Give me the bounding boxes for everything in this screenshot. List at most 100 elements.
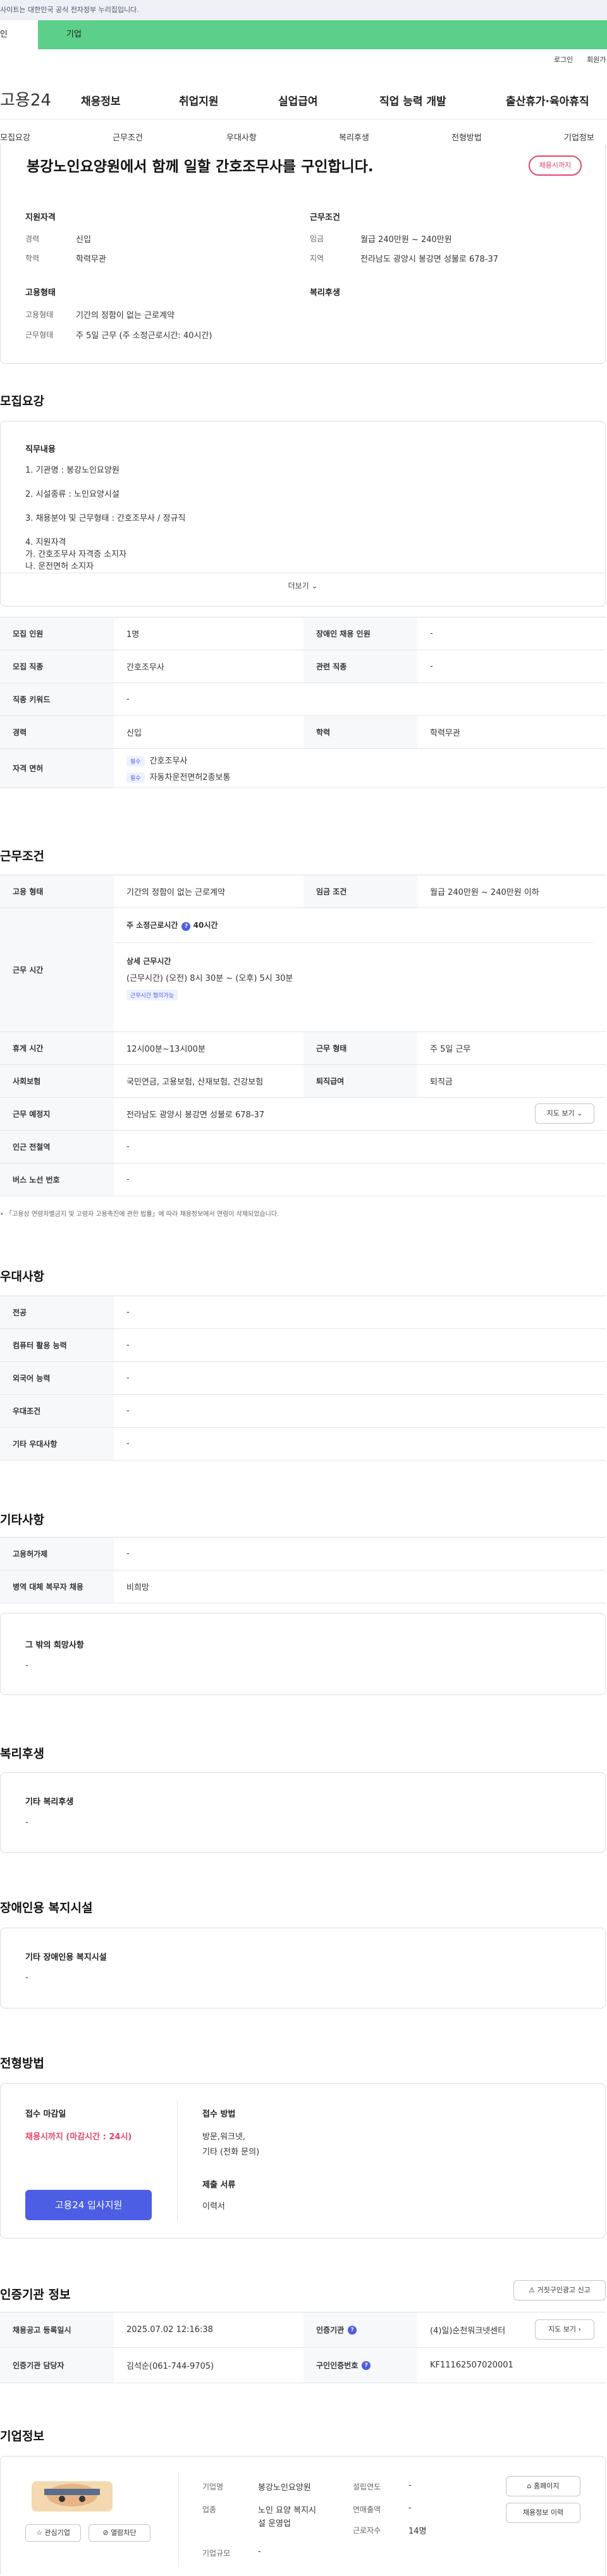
hours-detail-value: (근무시간) (오전) 8시 30분 ~ (오후) 5시 30분 — [126, 974, 293, 983]
table-row: 컴퓨터 활용 능력 - — [0, 1329, 606, 1362]
hours-detail-heading: 상세 근무시간 — [126, 957, 171, 966]
table-header: 컴퓨터 활용 능력 — [0, 1329, 114, 1361]
weekly-hours-value: 40시간 — [193, 921, 218, 930]
table-row: 직종 키워드 - — [0, 683, 606, 716]
table-cell: - — [126, 1373, 130, 1383]
gnb-vocational-training[interactable]: 직업 능력 개발 — [379, 92, 446, 108]
cond-heading: 근무조건 — [310, 213, 340, 222]
table-cell: - — [126, 1175, 130, 1184]
help-icon[interactable]: ? — [348, 2325, 357, 2335]
method-value-2: 기타 (전화 문의) — [202, 2148, 260, 2157]
table-cell: - — [126, 1142, 130, 1151]
table-cell: - — [126, 1340, 130, 1350]
table-cell: 2025.07.02 12:16:38 — [126, 2325, 213, 2335]
anchor-welfare[interactable]: 복리후생 — [339, 131, 369, 143]
duty-heading: 직무내용 — [25, 445, 56, 454]
report-false-ad-button[interactable]: ⚠ 거짓구인광고 신고 — [513, 2280, 606, 2300]
help-icon[interactable]: ? — [181, 922, 191, 931]
table-header: 우대조건 — [0, 1395, 114, 1427]
more-button[interactable]: 더보기 ⌄ — [0, 580, 606, 591]
apply-section-title: 전형방법 — [0, 2057, 44, 2070]
tab-individual[interactable]: 인 — [0, 20, 38, 49]
disability-value: - — [25, 1973, 28, 1983]
cert-map-label: 지도 보기 — [548, 2325, 577, 2333]
hours-negotiable-chip: 근무시간 협의가능 — [126, 990, 178, 1000]
company-name-value: 봉강노인요양원 — [258, 2483, 311, 2493]
table-cell: 전라남도 광양시 봉강면 성불로 678-37 — [126, 1110, 265, 1120]
tab-company[interactable]: 기업 — [38, 20, 607, 49]
founded-value: - — [408, 2481, 412, 2490]
map-view-button[interactable]: 지도 보기 ⌄ — [535, 1103, 594, 1124]
recruit-history-button[interactable]: 채용정보 이력 — [506, 2503, 580, 2523]
table-cell: - — [126, 1406, 130, 1416]
table-header: 휴게 시간 — [0, 1032, 114, 1064]
founded-label: 설립연도 — [353, 2482, 381, 2491]
table-cell: 기간의 정함이 없는 근로계약 — [126, 888, 225, 897]
map-view-label: 지도 보기 — [546, 1109, 575, 1117]
table-cell: (4)일)순천워크넷센터 — [430, 2326, 506, 2336]
block-label: 열람차단 — [111, 2529, 137, 2537]
favorite-company-button[interactable]: ☆ 관심기업 — [25, 2524, 81, 2542]
table-header: 외국어 능력 — [0, 1362, 114, 1394]
table-row: 근무 예정지 전라남도 광양시 봉강면 성불로 678-37 — [0, 1098, 606, 1131]
gnb-unemployment-benefit[interactable]: 실업급여 — [278, 92, 318, 108]
license-item: 자동차운전면허2종보통 — [149, 772, 231, 782]
welfare-heading: 복리후생 — [310, 288, 340, 298]
table-row: 휴게 시간 12시00분~13시00분 근무 형태 주 5일 근무 — [0, 1032, 606, 1065]
etc-table: 고용허가제 - 병역 대체 복무자 채용 비희망 — [0, 1537, 606, 1603]
sales-label: 연매출액 — [353, 2505, 381, 2514]
block-view-button[interactable]: ⊘ 열람차단 — [89, 2524, 150, 2542]
company-section-title: 기업정보 — [0, 2429, 44, 2443]
required-chip: 필수 — [126, 772, 145, 783]
emp-heading: 고용형태 — [25, 288, 56, 298]
table-cell: 비희망 — [126, 1583, 149, 1593]
site-logo[interactable]: 고용24 — [0, 87, 51, 111]
other-wishes-value: - — [25, 1661, 28, 1670]
signup-link[interactable]: 회원가 — [587, 54, 606, 64]
report-label: 거짓구인광고 신고 — [537, 2286, 591, 2294]
table-header: 채용공고 등록일시 — [0, 2312, 114, 2347]
more-label: 더보기 — [288, 581, 309, 590]
gnb-job-info[interactable]: 채용정보 — [81, 92, 121, 108]
cert-section-title: 인증기관 정보 — [0, 2288, 71, 2302]
weekly-hours-label: 주 소정근로시간 — [126, 921, 178, 930]
age-note-text: 「고용상 연령차별금지 및 고령자 고용촉진에 관한 법률」에 따라 채용정보에… — [6, 1211, 279, 1218]
user-type-tabs: 인 기업 — [0, 20, 607, 49]
qual-heading: 지원자격 — [25, 213, 56, 222]
help-icon[interactable]: ? — [362, 2360, 371, 2370]
industry-label: 업종 — [202, 2505, 217, 2514]
table-header: 근무 시간 — [0, 908, 114, 1031]
table-cell: 학력무관 — [430, 729, 460, 738]
table-header: 고용 형태 — [0, 875, 114, 908]
welfare-other-value: - — [25, 1818, 28, 1827]
gnb-employment-support[interactable]: 취업지원 — [179, 92, 219, 108]
table-cell: 월급 240만원 ~ 240만원 이하 — [430, 888, 539, 897]
cert-map-button[interactable]: 지도 보기 › — [535, 2319, 594, 2340]
anchor-company[interactable]: 기업정보 — [564, 131, 594, 143]
required-chip: 필수 — [126, 755, 145, 767]
anchor-apply[interactable]: 전형방법 — [451, 131, 482, 143]
industry-value-2: 설 운영업 — [258, 2519, 291, 2529]
size-label: 기업규모 — [202, 2549, 231, 2558]
anchor-work[interactable]: 근무조건 — [113, 131, 143, 143]
login-link[interactable]: 로그인 — [554, 54, 573, 64]
report-icon: ⚠ — [529, 2286, 535, 2294]
anchor-pref[interactable]: 우대사항 — [226, 131, 257, 143]
chevron-down-icon: ⌄ — [577, 1109, 583, 1117]
recruit-section-title: 모집요강 — [0, 394, 44, 408]
etc-section-title: 기타사항 — [0, 1513, 44, 1527]
apply-button[interactable]: 고용24 입사지원 — [25, 2190, 152, 2220]
homepage-button[interactable]: ⌂ 홈페이지 — [506, 2476, 580, 2496]
welfare-section-title: 복리후생 — [0, 1747, 44, 1761]
gnb-parental-leave[interactable]: 출산휴가·육아휴직 — [506, 92, 589, 108]
method-heading: 접수 방법 — [202, 2110, 236, 2119]
table-row: 인근 전철역 - — [0, 1131, 606, 1163]
table-header: 직종 키워드 — [0, 683, 114, 715]
welfare-other-heading: 기타 복리후생 — [25, 1797, 74, 1807]
anchor-recruit[interactable]: 모집요강 — [0, 131, 30, 143]
cert-table: 채용공고 등록일시 2025.07.02 12:16:38 인증기관? (4)일… — [0, 2312, 606, 2383]
table-cell: - — [126, 1549, 130, 1558]
table-row: 병역 대체 복무자 채용 비희망 — [0, 1571, 606, 1603]
table-header: 병역 대체 복무자 채용 — [0, 1571, 114, 1603]
table-row: 사회보험 국민연금, 고용보험, 산재보험, 건강보험 퇴직급여 퇴직금 — [0, 1065, 606, 1098]
